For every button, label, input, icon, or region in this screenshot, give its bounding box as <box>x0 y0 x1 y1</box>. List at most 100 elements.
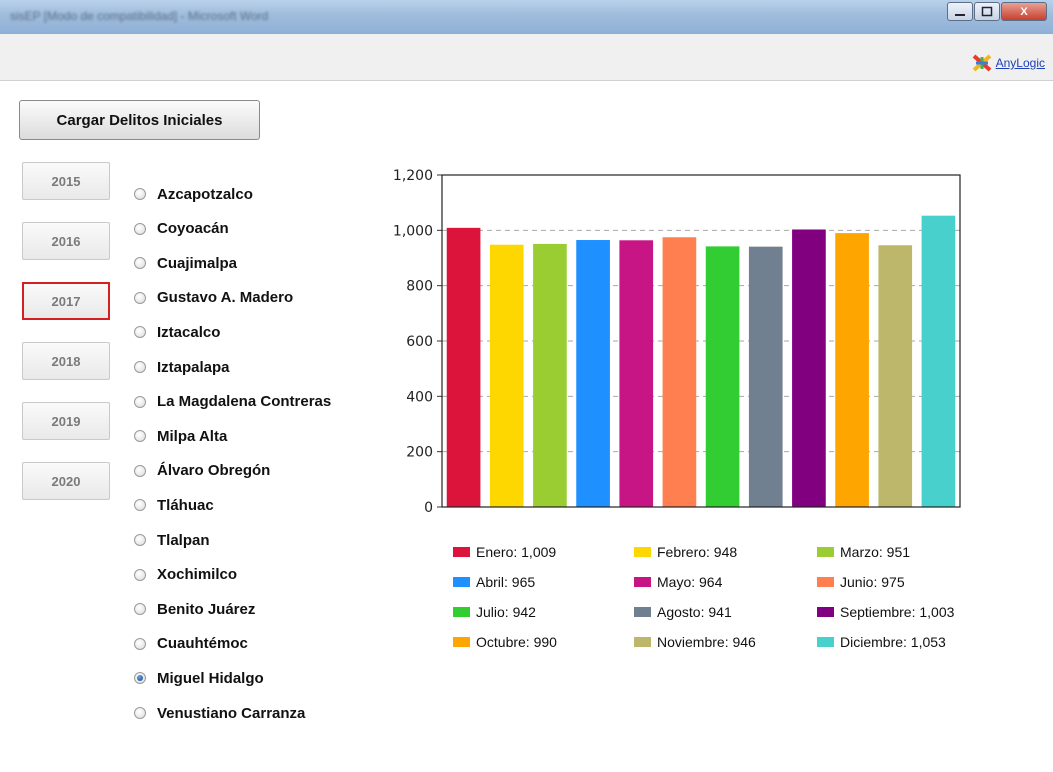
district-option[interactable]: Miguel Hidalgo <box>134 667 264 689</box>
legend-item: Julio: 942 <box>453 603 536 621</box>
legend-swatch <box>634 547 651 557</box>
y-tick-label: 600 <box>406 334 433 350</box>
district-label: Coyoacán <box>157 220 229 238</box>
legend-label: Febrero: 948 <box>657 544 738 560</box>
load-initial-crimes-button[interactable]: Cargar Delitos Iniciales <box>19 100 260 140</box>
window-title: sisEP [Modo de compatibilidad] - Microso… <box>10 9 269 23</box>
legend-label: Mayo: 964 <box>657 574 723 590</box>
district-option[interactable]: Milpa Alta <box>134 425 227 447</box>
district-option[interactable]: Iztapalapa <box>134 356 230 378</box>
legend-swatch <box>817 577 834 587</box>
district-option[interactable]: Cuajimalpa <box>134 252 237 274</box>
district-label: Álvaro Obregón <box>157 462 271 480</box>
district-label: La Magdalena Contreras <box>157 393 332 411</box>
anylogic-link[interactable]: AnyLogic <box>972 54 1045 72</box>
legend-swatch <box>453 607 470 617</box>
bar-diciembre <box>921 215 956 508</box>
district-option[interactable]: Tláhuac <box>134 494 214 516</box>
radio-button[interactable] <box>134 499 146 512</box>
legend-label: Marzo: 951 <box>840 544 911 560</box>
radio-button[interactable] <box>134 637 146 650</box>
legend-label: Agosto: 941 <box>657 604 732 620</box>
radio-button[interactable] <box>134 326 146 339</box>
district-label: Miguel Hidalgo <box>157 669 264 687</box>
window-titlebar[interactable]: sisEP [Modo de compatibilidad] - Microso… <box>0 0 1053 34</box>
restore-icon[interactable] <box>974 2 1000 21</box>
bar-abril <box>576 240 610 507</box>
radio-button[interactable] <box>134 222 146 235</box>
radio-button[interactable] <box>134 430 146 443</box>
legend-item: Enero: 1,009 <box>453 543 556 561</box>
radio-button[interactable] <box>134 395 146 408</box>
legend-label: Noviembre: 946 <box>657 634 756 650</box>
bar-mayo <box>619 240 654 507</box>
legend-label: Abril: 965 <box>476 574 536 590</box>
minimize-icon[interactable] <box>947 2 973 21</box>
legend-swatch <box>817 547 834 557</box>
district-option[interactable]: Azcapotzalco <box>134 183 253 205</box>
y-tick-label: 400 <box>406 389 433 405</box>
district-label: Tlalpan <box>157 531 210 549</box>
district-label: Cuauhtémoc <box>157 635 248 653</box>
district-option[interactable]: La Magdalena Contreras <box>134 391 331 413</box>
district-option[interactable]: Xochimilco <box>134 564 237 586</box>
district-option[interactable]: Venustiano Carranza <box>134 702 305 724</box>
district-label: Iztapalapa <box>157 358 230 376</box>
legend-item: Marzo: 951 <box>817 543 910 561</box>
legend-swatch <box>634 637 651 647</box>
radio-button[interactable] <box>134 464 146 477</box>
y-tick-label: 0 <box>424 500 433 516</box>
legend-swatch <box>634 607 651 617</box>
legend-item: Febrero: 948 <box>634 543 737 561</box>
district-option[interactable]: Cuauhtémoc <box>134 633 248 655</box>
district-label: Milpa Alta <box>157 427 228 445</box>
district-label: Cuajimalpa <box>157 254 238 272</box>
legend-swatch <box>634 577 651 587</box>
legend-label: Enero: 1,009 <box>476 544 557 560</box>
legend-swatch <box>453 637 470 647</box>
radio-button[interactable] <box>134 291 146 304</box>
legend-item: Diciembre: 1,053 <box>817 633 946 651</box>
radio-button[interactable] <box>134 534 146 546</box>
bar-octubre <box>835 233 869 507</box>
district-label: Tláhuac <box>157 496 214 514</box>
legend-item: Octubre: 990 <box>453 633 557 651</box>
radio-button[interactable] <box>134 603 146 616</box>
bar-junio <box>662 237 697 507</box>
radio-button[interactable] <box>134 257 146 270</box>
y-tick-label: 800 <box>406 279 433 295</box>
radio-button[interactable] <box>134 707 146 719</box>
bar-noviembre <box>878 245 913 508</box>
close-button[interactable]: X <box>1001 2 1047 21</box>
radio-button[interactable] <box>134 568 146 581</box>
legend-item: Noviembre: 946 <box>634 633 756 651</box>
district-option[interactable]: Coyoacán <box>134 218 229 240</box>
legend-item: Junio: 975 <box>817 573 905 591</box>
year-button-2016[interactable]: 2016 <box>22 222 110 260</box>
y-tick-label: 1,000 <box>393 223 433 239</box>
district-option[interactable]: Gustavo A. Madero <box>134 287 293 309</box>
district-label: Iztacalco <box>157 323 221 341</box>
district-option[interactable]: Álvaro Obregón <box>134 460 270 482</box>
bar-enero <box>446 227 481 507</box>
year-button-2018[interactable]: 2018 <box>22 342 110 380</box>
radio-button[interactable] <box>134 361 146 373</box>
radio-button[interactable] <box>134 672 146 685</box>
district-label: Venustiano Carranza <box>157 704 306 722</box>
year-button-2019[interactable]: 2019 <box>22 402 110 440</box>
district-option[interactable]: Tlalpan <box>134 529 210 551</box>
legend-label: Diciembre: 1,053 <box>840 634 946 650</box>
year-button-2015[interactable]: 2015 <box>22 162 110 200</box>
legend-swatch <box>817 607 834 617</box>
radio-button[interactable] <box>134 188 146 200</box>
bar-septiembre <box>792 229 826 507</box>
legend-label: Octubre: 990 <box>476 634 557 650</box>
year-button-2020[interactable]: 2020 <box>22 462 110 500</box>
anylogic-label[interactable]: AnyLogic <box>996 56 1045 70</box>
district-option[interactable]: Iztacalco <box>134 321 220 343</box>
district-label: Xochimilco <box>157 566 238 584</box>
district-label: Benito Juárez <box>157 600 256 618</box>
legend-item: Abril: 965 <box>453 573 535 591</box>
year-button-2017[interactable]: 2017 <box>22 282 110 320</box>
district-option[interactable]: Benito Juárez <box>134 598 255 620</box>
